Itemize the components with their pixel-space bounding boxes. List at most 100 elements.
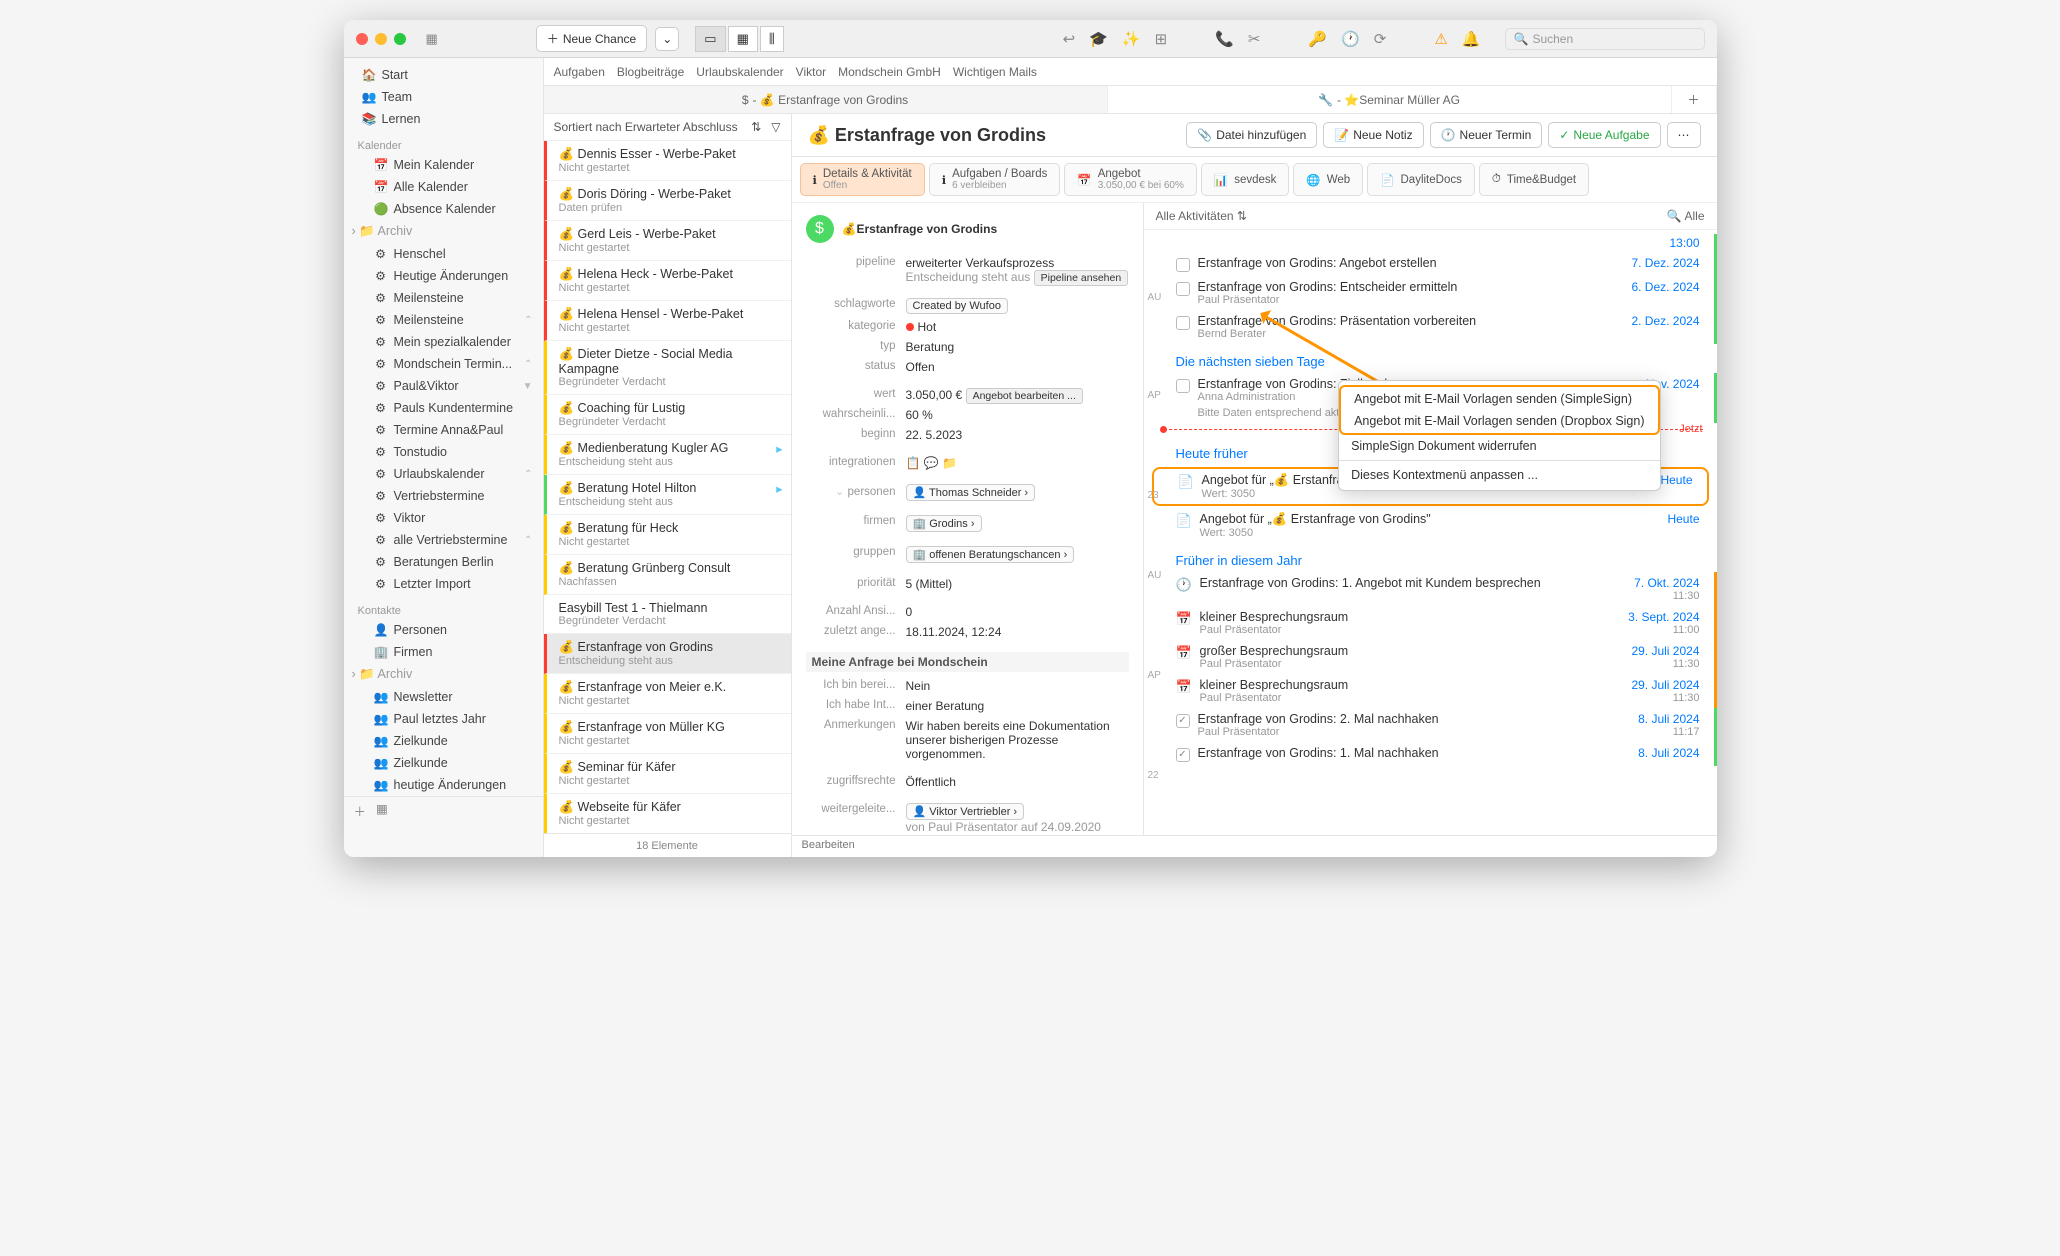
activity-item[interactable]: 🕐Erstanfrage von Grodins: 1. Angebot mit… bbox=[1144, 572, 1717, 606]
list-item[interactable]: 💰 Webseite für KäferNicht gestartet bbox=[544, 794, 791, 833]
undo-icon[interactable]: ↩ bbox=[1063, 30, 1076, 48]
sidebar-item[interactable]: ⚙Meilensteine⌃ bbox=[344, 309, 543, 331]
sidebar-item[interactable]: 👥Paul letztes Jahr bbox=[344, 708, 543, 730]
key-icon[interactable]: 🔑 bbox=[1308, 30, 1327, 48]
sidebar-item[interactable]: ⚙Termine Anna&Paul bbox=[344, 419, 543, 441]
edit-offer-button[interactable]: Angebot bearbeiten ... bbox=[966, 388, 1083, 404]
activity-item[interactable]: 📅großer BesprechungsraumPaul Präsentator… bbox=[1144, 640, 1717, 674]
phone-icon[interactable]: 📞 bbox=[1215, 30, 1234, 48]
activity-item[interactable]: 📅kleiner BesprechungsraumPaul Präsentato… bbox=[1144, 674, 1717, 708]
segment-tab[interactable]: 📄DayliteDocs bbox=[1367, 163, 1475, 196]
close-window[interactable] bbox=[356, 33, 368, 45]
cm-send-dropbox[interactable]: Angebot mit E-Mail Vorlagen senden (Drop… bbox=[1342, 410, 1656, 432]
cm-send-simplesign[interactable]: Angebot mit E-Mail Vorlagen senden (Simp… bbox=[1342, 388, 1656, 410]
voicemail-icon[interactable]: ✂ bbox=[1248, 30, 1261, 48]
bell-icon[interactable]: 🔔 bbox=[1462, 30, 1481, 48]
list-item[interactable]: 💰 Coaching für LustigBegründeter Verdach… bbox=[544, 395, 791, 435]
calendar-icon[interactable]: ▦ bbox=[376, 801, 388, 820]
segment-tab[interactable]: 🌐Web bbox=[1293, 163, 1363, 196]
segment-tab[interactable]: 📅Angebot3.050,00 € bei 60% bbox=[1064, 163, 1197, 196]
segment-tab[interactable]: ℹDetails & AktivitätOffen bbox=[800, 163, 925, 196]
list-item[interactable]: 💰 Gerd Leis - Werbe-PaketNicht gestartet bbox=[544, 221, 791, 261]
sidebar-item[interactable]: ⚙Mondschein Termin...⌃ bbox=[344, 353, 543, 375]
list-item[interactable]: 💰 Erstanfrage von Meier e.K.Nicht gestar… bbox=[544, 674, 791, 714]
new-event-button[interactable]: 🕐 Neuer Termin bbox=[1430, 122, 1543, 148]
alert-icon[interactable]: ⚠ bbox=[1434, 30, 1447, 48]
sidebar-item[interactable]: 📚Lernen bbox=[344, 108, 543, 130]
sidebar-archiv-expand[interactable]: › 📁 Archiv bbox=[344, 220, 543, 243]
tab-erstanfrage[interactable]: $ - 💰 Erstanfrage von Grodins bbox=[544, 86, 1108, 113]
pipeline-view-button[interactable]: Pipeline ansehen bbox=[1034, 270, 1129, 286]
list-item[interactable]: 💰 Beratung Grünberg ConsultNachfassen bbox=[544, 555, 791, 595]
sidebar-item[interactable]: 📅Alle Kalender bbox=[344, 176, 543, 198]
grid-icon[interactable]: ⊞ bbox=[1155, 30, 1168, 48]
list-item[interactable]: 💰 Erstanfrage von GrodinsEntscheidung st… bbox=[544, 634, 791, 674]
segment-tab[interactable]: 📊sevdesk bbox=[1201, 163, 1290, 196]
nav-viktor[interactable]: Viktor bbox=[796, 65, 826, 79]
view-chart[interactable]: ⫼ bbox=[760, 26, 784, 52]
list-sort-header[interactable]: Sortiert nach Erwarteter Abschluss⇅ ▽ bbox=[544, 114, 791, 141]
cm-customize[interactable]: Dieses Kontextmenü anpassen ... bbox=[1339, 464, 1659, 486]
maximize-window[interactable] bbox=[394, 33, 406, 45]
tab-add[interactable]: ＋ bbox=[1672, 86, 1717, 113]
clock-icon[interactable]: 🕐 bbox=[1341, 30, 1360, 48]
nav-mails[interactable]: Wichtigen Mails bbox=[953, 65, 1037, 79]
sidebar-item[interactable]: 🏢Firmen bbox=[344, 641, 543, 663]
sidebar-item[interactable]: 👥Zielkunde bbox=[344, 730, 543, 752]
sidebar-toggle-icon[interactable]: ▦ bbox=[426, 31, 438, 47]
activity-item[interactable]: Erstanfrage von Grodins: 1. Mal nachhake… bbox=[1144, 742, 1717, 766]
view-card[interactable]: ▭ bbox=[695, 26, 725, 52]
search-input[interactable]: 🔍 Suchen bbox=[1505, 28, 1705, 50]
activity-item[interactable]: Erstanfrage von Grodins: Angebot erstell… bbox=[1144, 252, 1717, 276]
more-button[interactable]: ⋯ bbox=[1667, 122, 1701, 148]
sidebar-item[interactable]: ⚙Henschel bbox=[344, 243, 543, 265]
nav-urlaub[interactable]: Urlaubskalender bbox=[696, 65, 783, 79]
sparkle-icon[interactable]: ✨ bbox=[1122, 30, 1141, 48]
tab-seminar[interactable]: 🔧 - ⭐Seminar Müller AG bbox=[1108, 86, 1672, 113]
segment-tab[interactable]: ⏱Time&Budget bbox=[1479, 163, 1589, 196]
list-item[interactable]: 💰 Medienberatung Kugler AG ▸Entscheidung… bbox=[544, 435, 791, 475]
new-chance-dropdown[interactable]: ⌄ bbox=[655, 27, 679, 51]
add-icon[interactable]: ＋ bbox=[354, 801, 367, 820]
sidebar-item[interactable]: ⚙Paul&Viktor▼ bbox=[344, 375, 543, 397]
cm-revoke[interactable]: SimpleSign Dokument widerrufen bbox=[1339, 435, 1659, 457]
add-file-button[interactable]: 📎 Datei hinzufügen bbox=[1186, 122, 1317, 148]
view-table[interactable]: ▦ bbox=[728, 26, 758, 52]
sidebar-item[interactable]: ⚙Letzter Import bbox=[344, 573, 543, 595]
sidebar-item[interactable]: ⚙Meilensteine bbox=[344, 287, 543, 309]
sidebar-item[interactable]: ⚙Viktor bbox=[344, 507, 543, 529]
list-item[interactable]: 💰 Erstanfrage von Müller KGNicht gestart… bbox=[544, 714, 791, 754]
sidebar-item[interactable]: ⚙alle Vertriebstermine⌃ bbox=[344, 529, 543, 551]
list-item[interactable]: 💰 Dennis Esser - Werbe-PaketNicht gestar… bbox=[544, 141, 791, 181]
sidebar-item[interactable]: ⚙Mein spezialkalender bbox=[344, 331, 543, 353]
list-item[interactable]: 💰 Doris Döring - Werbe-PaketDaten prüfen bbox=[544, 181, 791, 221]
list-item[interactable]: 💰 Helena Heck - Werbe-PaketNicht gestart… bbox=[544, 261, 791, 301]
sidebar-item[interactable]: 👤Personen bbox=[344, 619, 543, 641]
sidebar-item[interactable]: 🟢Absence Kalender bbox=[344, 198, 543, 220]
learn-icon[interactable]: 🎓 bbox=[1089, 30, 1108, 48]
sidebar-item[interactable]: ⚙Vertriebstermine bbox=[344, 485, 543, 507]
sidebar-item[interactable]: 📅Mein Kalender bbox=[344, 154, 543, 176]
activity-item[interactable]: 📅kleiner BesprechungsraumPaul Präsentato… bbox=[1144, 606, 1717, 640]
list-item[interactable]: 💰 Dieter Dietze - Social Media KampagneB… bbox=[544, 341, 791, 395]
sidebar-item[interactable]: ⚙Heutige Änderungen bbox=[344, 265, 543, 287]
edit-footer[interactable]: Bearbeiten bbox=[792, 835, 1717, 857]
list-item[interactable]: 💰 Helena Hensel - Werbe-PaketNicht gesta… bbox=[544, 301, 791, 341]
sidebar-item[interactable]: 👥heutige Änderungen bbox=[344, 774, 543, 796]
sidebar-archiv2-expand[interactable]: › 📁 Archiv bbox=[344, 663, 543, 686]
new-note-button[interactable]: 📝 Neue Notiz bbox=[1323, 122, 1423, 148]
sidebar-item[interactable]: 👥Team bbox=[344, 86, 543, 108]
sidebar-item[interactable]: ⚙Pauls Kundentermine bbox=[344, 397, 543, 419]
list-item[interactable]: Easybill Test 1 - ThielmannBegründeter V… bbox=[544, 595, 791, 634]
activity-item[interactable]: Erstanfrage von Grodins: Präsentation vo… bbox=[1144, 310, 1717, 344]
new-task-button[interactable]: ✓ Neue Aufgabe bbox=[1548, 122, 1660, 148]
new-chance-button[interactable]: ＋ Neue Chance bbox=[536, 25, 647, 52]
sidebar-item[interactable]: 👥Newsletter bbox=[344, 686, 543, 708]
list-item[interactable]: 💰 Seminar für KäferNicht gestartet bbox=[544, 754, 791, 794]
list-item[interactable]: 💰 Beratung Hotel Hilton ▸Entscheidung st… bbox=[544, 475, 791, 515]
nav-aufgaben[interactable]: Aufgaben bbox=[554, 65, 605, 79]
refresh-icon[interactable]: ⟳ bbox=[1374, 30, 1387, 48]
sidebar-item[interactable]: ⚙Beratungen Berlin bbox=[344, 551, 543, 573]
activity-item[interactable]: 📄 Angebot für „💰 Erstanfrage von Grodins… bbox=[1144, 508, 1717, 543]
nav-mondschein[interactable]: Mondschein GmbH bbox=[838, 65, 941, 79]
